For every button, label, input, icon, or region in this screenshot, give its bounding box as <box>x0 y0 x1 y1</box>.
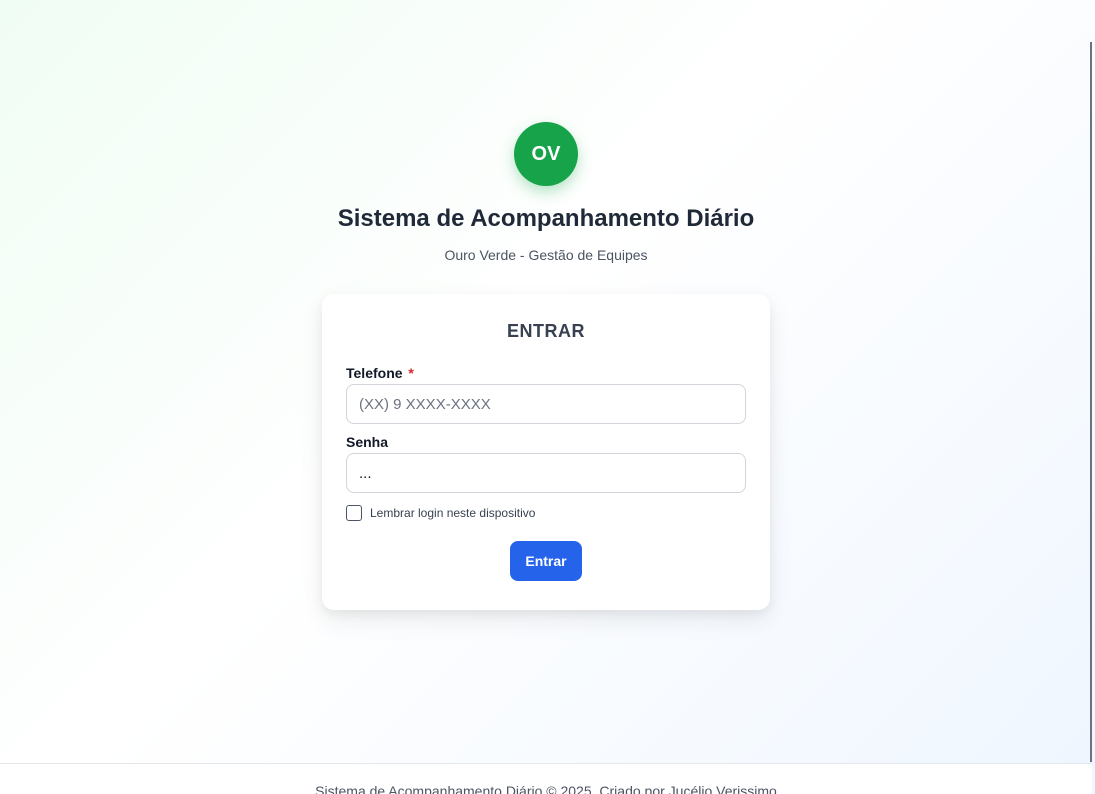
logo-initials: OV <box>531 142 561 165</box>
phone-label-text: Telefone <box>346 365 403 381</box>
required-marker: * <box>408 365 414 381</box>
remember-label[interactable]: Lembrar login neste dispositivo <box>370 506 535 520</box>
login-title: ENTRAR <box>507 321 585 341</box>
footer-text: Sistema de Acompanhamento Diário © 2025.… <box>315 783 777 794</box>
logo-avatar: OV <box>514 122 578 186</box>
app-subtitle: Ouro Verde - Gestão de Equipes <box>444 247 648 263</box>
submit-wrap: Entrar <box>346 541 746 581</box>
footer: Sistema de Acompanhamento Diário © 2025.… <box>0 763 1092 794</box>
login-button[interactable]: Entrar <box>510 541 582 581</box>
password-label: Senha <box>346 434 389 450</box>
phone-input[interactable] <box>346 384 746 424</box>
app-title: Sistema de Acompanhamento Diário <box>337 205 755 232</box>
password-input[interactable] <box>346 453 746 493</box>
password-field-group: Senha <box>346 434 746 493</box>
app-header: OV Sistema de Acompanhamento Diário Ouro… <box>0 122 1092 264</box>
phone-label: Telefone * <box>346 365 746 381</box>
phone-field-group: Telefone * <box>346 365 746 424</box>
remember-login-row[interactable]: Lembrar login neste dispositivo <box>346 505 746 521</box>
remember-checkbox[interactable] <box>346 505 362 521</box>
login-card: ENTRAR Telefone * Senha Lembrar login ne… <box>322 294 770 610</box>
